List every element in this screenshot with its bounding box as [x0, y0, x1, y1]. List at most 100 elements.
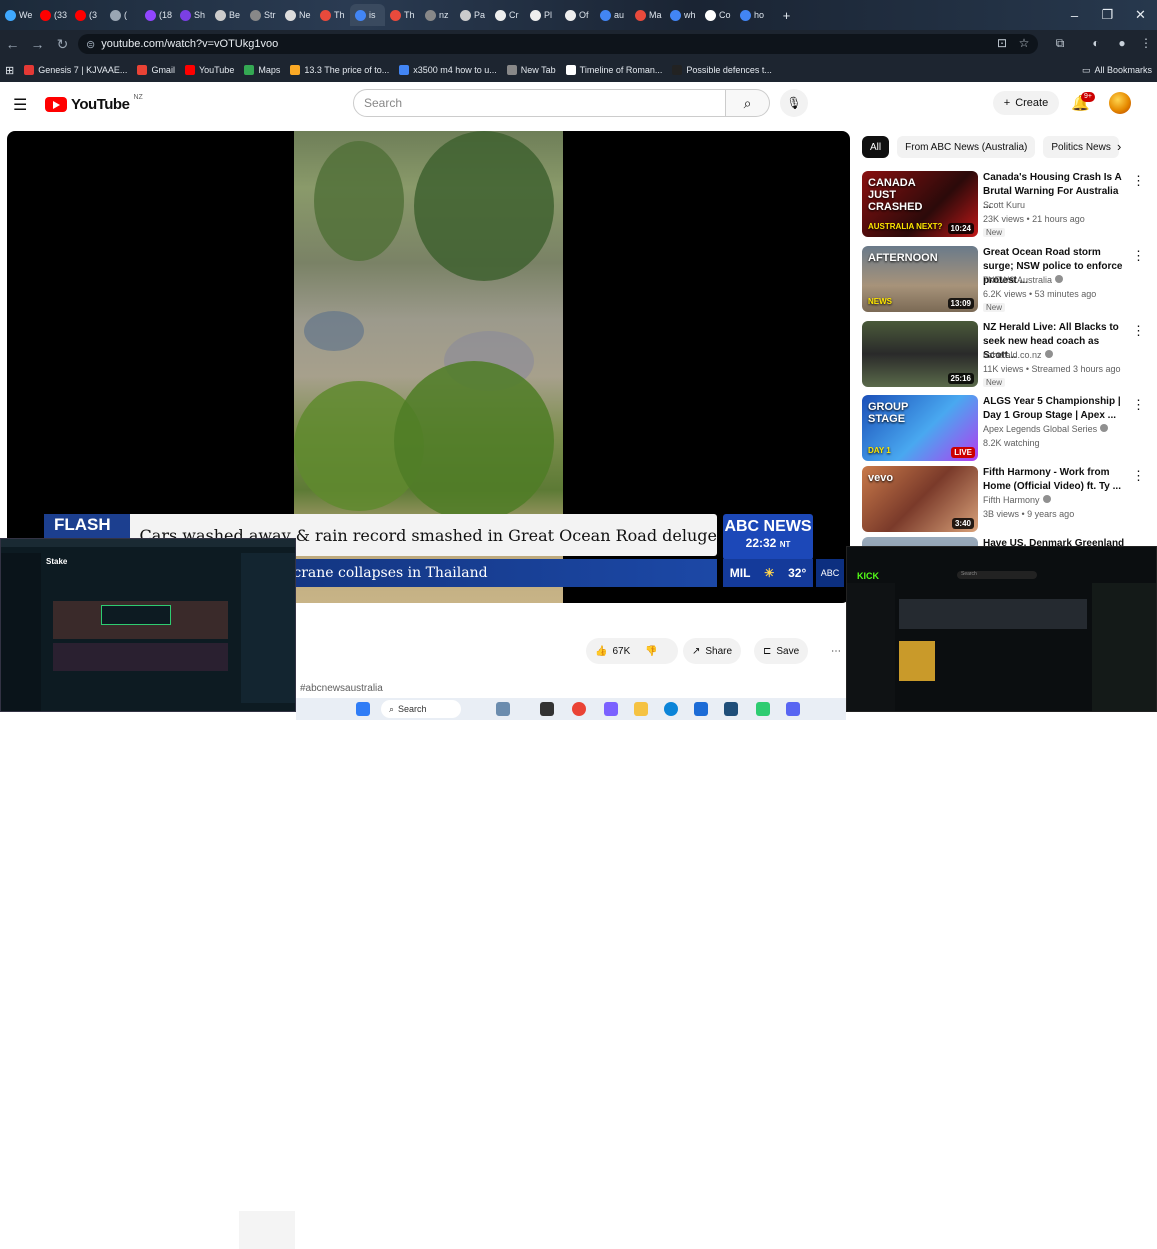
voice-search-button[interactable]: 🎙 — [780, 89, 808, 117]
search-input[interactable]: Search — [353, 89, 726, 117]
browser-tab[interactable]: Ne — [280, 4, 315, 26]
browser-tab[interactable]: Be — [210, 4, 245, 26]
create-button[interactable]: + Create — [993, 91, 1059, 115]
bookmark-item[interactable]: Timeline of Roman... — [561, 65, 668, 75]
channel-name[interactable]: Apex Legends Global Series — [983, 424, 1109, 434]
bookmark-item[interactable]: Gmail — [132, 65, 180, 75]
edge-icon[interactable] — [664, 702, 678, 716]
browser-tab[interactable]: wh — [665, 4, 700, 26]
bookmark-item[interactable]: 13.3 The price of to... — [285, 65, 394, 75]
video-thumbnail[interactable]: CANADA JUST CRASHED AUSTRALIA NEXT? 10:24 — [862, 171, 978, 237]
stake-window-overlay[interactable]: Stake — [0, 538, 296, 1249]
video-title[interactable]: Fifth Harmony - Work from Home (Official… — [983, 466, 1129, 494]
start-icon[interactable] — [356, 702, 370, 716]
video-thumbnail[interactable]: AFTERNOON NEWS 13:09 — [862, 246, 978, 312]
channel-name[interactable]: Scott Kuru — [983, 200, 1025, 210]
video-thumbnail[interactable]: 25:16 — [862, 321, 978, 387]
bookmark-item[interactable]: Possible defences t... — [667, 65, 777, 75]
recommended-video[interactable]: CANADA JUST CRASHED AUSTRALIA NEXT? 10:24 C… — [862, 171, 1147, 237]
bookmark-item[interactable]: Maps — [239, 65, 285, 75]
account-avatar[interactable] — [1109, 92, 1131, 114]
video-thumbnail[interactable]: GROUP STAGE DAY 1 LIVE — [862, 395, 978, 461]
bookmark-item[interactable]: x3500 m4 how to u... — [394, 65, 502, 75]
video-title[interactable]: ALGS Year 5 Championship | Day 1 Group S… — [983, 395, 1129, 423]
extensions-icon[interactable]: ⧉ — [1049, 36, 1071, 51]
install-app-icon[interactable]: ⊡ — [991, 36, 1013, 50]
channel-name[interactable]: nzherald.co.nz — [983, 350, 1053, 360]
like-count[interactable]: 67K — [612, 646, 630, 657]
browser-tab[interactable]: Co — [700, 4, 735, 26]
share-button[interactable]: ↗ Share — [683, 638, 742, 664]
hamburger-menu-icon[interactable]: ☰ — [13, 95, 27, 115]
more-options-icon[interactable]: ⋮ — [1132, 397, 1145, 413]
chrome-icon[interactable] — [572, 702, 586, 716]
browser-tab[interactable]: (33 — [35, 4, 70, 26]
bookmark-item[interactable]: Genesis 7 | KJVAAE... — [19, 65, 132, 75]
filter-chip[interactable]: All — [862, 136, 890, 158]
copilot-icon[interactable] — [604, 702, 618, 716]
browser-tab[interactable]: (18 — [140, 4, 175, 26]
browser-tab[interactable]: Pa — [455, 4, 490, 26]
browser-tab[interactable]: Th — [315, 4, 350, 26]
back-icon[interactable]: ← — [0, 36, 25, 52]
site-info-icon[interactable]: ⊜ — [86, 38, 95, 51]
like-icon[interactable]: 👍 — [595, 646, 607, 657]
minimize-window-icon[interactable]: – — [1058, 8, 1091, 23]
video-hashtag[interactable]: #abcnewsaustralia — [300, 683, 383, 694]
filter-chip[interactable]: Politics News — [1043, 136, 1119, 158]
bookmark-star-icon[interactable]: ☆ — [1013, 36, 1035, 50]
menu-dots-icon[interactable]: ⋮ — [1135, 36, 1157, 50]
browser-tab[interactable]: au — [595, 4, 630, 26]
browser-tab[interactable]: Str — [245, 4, 280, 26]
browser-tab[interactable]: Th — [385, 4, 420, 26]
discord-icon[interactable] — [786, 702, 800, 716]
more-options-icon[interactable]: ⋮ — [1132, 468, 1145, 484]
profile-avatar-icon[interactable]: ● — [1111, 36, 1133, 50]
calculator-icon[interactable] — [724, 702, 738, 716]
reload-icon[interactable]: ↻ — [50, 36, 75, 53]
browser-tab[interactable]: Cr — [490, 4, 525, 26]
browser-tab[interactable]: ho — [735, 4, 770, 26]
bookmark-item[interactable]: YouTube — [180, 65, 239, 75]
browser-tab[interactable]: is — [350, 4, 385, 26]
browser-tab[interactable]: ( — [105, 4, 140, 26]
task-view-icon[interactable] — [540, 702, 554, 716]
channel-name[interactable]: Fifth Harmony — [983, 495, 1051, 505]
browser-tab[interactable]: (3 — [70, 4, 105, 26]
outlook-icon[interactable] — [694, 702, 708, 716]
browser-tab[interactable]: Ma — [630, 4, 665, 26]
bookmark-item[interactable]: New Tab — [502, 65, 561, 75]
kick-window-overlay[interactable]: KICK Search — [846, 546, 1157, 712]
youtube-logo[interactable]: YouTube NZ — [45, 94, 143, 113]
search-button[interactable]: ⌕ — [726, 89, 770, 117]
apps-grid-icon[interactable]: ⊞ — [0, 64, 19, 77]
more-options-icon[interactable]: ⋮ — [1132, 323, 1145, 339]
browser-tab[interactable]: Sh — [175, 4, 210, 26]
weather-widget-icon[interactable] — [496, 702, 510, 716]
taskbar-search[interactable]: ⌕ Search — [381, 700, 461, 718]
more-options-icon[interactable]: ⋮ — [1132, 173, 1145, 189]
video-thumbnail[interactable]: vevo 3:40 — [862, 466, 978, 532]
chevron-right-icon[interactable]: › — [1117, 139, 1121, 154]
browser-tab[interactable]: Pl — [525, 4, 560, 26]
recommended-video[interactable]: AFTERNOON NEWS 13:09 Great Ocean Road storm… — [862, 246, 1147, 312]
recommended-video[interactable]: 25:16 NZ Herald Live: All Blacks to seek … — [862, 321, 1147, 387]
filter-chip[interactable]: From ABC News (Australia) — [897, 136, 1036, 158]
file-explorer-icon[interactable] — [634, 702, 648, 716]
save-button[interactable]: ⊏ Save — [754, 638, 809, 664]
restore-window-icon[interactable]: ❐ — [1091, 7, 1124, 23]
recommended-video[interactable]: GROUP STAGE DAY 1 LIVE ALGS Year 5 Champion… — [862, 395, 1147, 461]
new-tab-button[interactable]: + — [770, 8, 803, 23]
all-bookmarks-button[interactable]: ▭ All Bookmarks — [1077, 65, 1157, 76]
dislike-icon[interactable]: 👎 — [645, 646, 657, 657]
app-icon[interactable] — [756, 702, 770, 716]
more-options-icon[interactable]: ⋮ — [1132, 248, 1145, 264]
forward-icon[interactable]: → — [25, 36, 50, 52]
browser-tab[interactable]: Of — [560, 4, 595, 26]
close-window-icon[interactable]: ✕ — [1124, 7, 1157, 23]
browser-tab[interactable]: We — [0, 4, 35, 26]
video-player[interactable]: FLASH FLOOD Cars washed away & rain reco… — [7, 131, 850, 603]
browser-tab[interactable]: nz — [420, 4, 455, 26]
address-bar[interactable]: ⊜ youtube.com/watch?v=vOTUkg1voo — [78, 34, 1038, 54]
channel-name[interactable]: 7NEWS Australia — [983, 275, 1064, 285]
